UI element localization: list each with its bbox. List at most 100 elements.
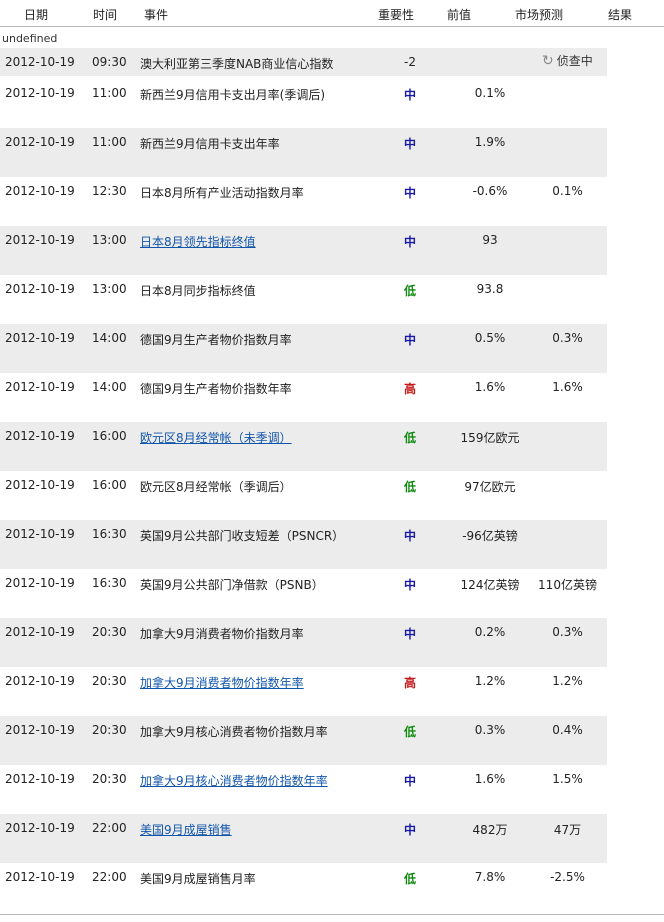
- row-forecast: 1.2%: [552, 674, 583, 688]
- table-row: 2012-10-19 20:30 加拿大9月消费者物价指数年率 高 1.2% 1.2%: [0, 667, 607, 716]
- importance-badge: 高: [403, 676, 416, 690]
- table-row: 2012-10-19 13:00 日本8月领先指标终值 中 93: [0, 226, 607, 275]
- row-date: 2012-10-19: [5, 576, 75, 590]
- row-previous: 0.5%: [474, 331, 506, 345]
- row-event: 美国9月成屋销售月率: [140, 872, 256, 886]
- row-previous: 1.6%: [474, 772, 506, 786]
- event-link[interactable]: 美国9月成屋销售: [140, 823, 232, 837]
- row-event: 新西兰9月信用卡支出年率: [140, 137, 280, 151]
- row-time: 11:00: [92, 135, 127, 149]
- header-forecast: 市场预测: [515, 8, 564, 22]
- importance-badge: 中: [403, 333, 416, 347]
- row-event[interactable]: 加拿大9月消费者物价指数年率: [140, 674, 304, 691]
- event-link[interactable]: 欧元区8月经常帐（未季调）: [140, 431, 292, 445]
- row-time: 20:30: [92, 723, 127, 737]
- row-previous: 159亿欧元: [460, 431, 520, 445]
- row-date: 2012-10-19: [5, 233, 75, 247]
- table-row: 2012-10-19 09:30 澳大利亚第三季度NAB商业信心指数 -2: [0, 48, 607, 76]
- row-date: 2012-10-19: [5, 625, 75, 639]
- row-date: 2012-10-19: [5, 674, 75, 688]
- row-previous: 0.1%: [474, 86, 506, 100]
- row-event: 英国9月公共部门净借款（PSNB）: [140, 578, 324, 592]
- importance-badge: 低: [403, 284, 416, 298]
- row-event[interactable]: 美国9月成屋销售: [140, 821, 232, 838]
- table-row: 2012-10-19 20:30 加拿大9月核心消费者物价指数月率 低 0.3% 0.4%: [0, 716, 607, 765]
- row-event: 加拿大9月核心消费者物价指数月率: [140, 725, 328, 739]
- row-date: 2012-10-19: [5, 331, 75, 345]
- status-text: 侦查中: [556, 54, 593, 68]
- row-previous: 7.8%: [474, 870, 506, 884]
- importance-badge: 中: [403, 186, 416, 200]
- row-event: 欧元区8月经常帐（季调后）: [140, 480, 292, 494]
- row-time: 20:30: [92, 772, 127, 786]
- header-date: 日期: [24, 8, 49, 22]
- row-event: 德国9月生产者物价指数月率: [140, 333, 292, 347]
- row-forecast: 0.3%: [552, 625, 583, 639]
- table-row: 2012-10-19 12:30 日本8月所有产业活动指数月率 中 -0.6% 0.1%: [0, 177, 607, 226]
- importance-badge: 中: [403, 774, 416, 788]
- row-previous: 97亿欧元: [464, 480, 516, 494]
- row-forecast: 0.1%: [552, 184, 583, 198]
- row-previous: 93.8: [476, 282, 504, 296]
- row-time: 20:30: [92, 674, 127, 688]
- row-time: 14:00: [92, 380, 127, 394]
- importance-badge: 中: [403, 578, 416, 592]
- row-date: 2012-10-19: [5, 135, 75, 149]
- table-row: 2012-10-19 14:00 德国9月生产者物价指数月率 中 0.5% 0.3%: [0, 324, 607, 373]
- row-event[interactable]: 日本8月领先指标终值: [140, 233, 256, 250]
- row-time: 13:00: [92, 282, 127, 296]
- importance-badge: 低: [403, 431, 416, 445]
- row-time: 20:30: [92, 625, 127, 639]
- row-previous: -0.6%: [472, 184, 508, 198]
- importance-badge: 中: [403, 823, 416, 837]
- table-row: 2012-10-19 16:00 欧元区8月经常帐（季调后） 低 97亿欧元: [0, 471, 607, 520]
- importance-badge: 中: [403, 137, 416, 151]
- row-forecast: 1.6%: [552, 380, 583, 394]
- row-forecast: 1.5%: [552, 772, 583, 786]
- table-row: 2012-10-19 16:30 英国9月公共部门收支短差（PSNCR） 中 -96亿英…: [0, 520, 607, 569]
- row-date: 2012-10-19: [5, 821, 75, 835]
- row-event: 加拿大9月消费者物价指数月率: [140, 627, 304, 641]
- row-time: 14:00: [92, 331, 127, 345]
- row-event[interactable]: 加拿大9月核心消费者物价指数年率: [140, 772, 328, 789]
- table-row: 2012-10-19 16:00 欧元区8月经常帐（未季调） 低 159亿欧元: [0, 422, 607, 471]
- importance-badge: 中: [403, 235, 416, 249]
- row-previous: 0.3%: [474, 723, 506, 737]
- importance-badge: -2: [404, 55, 416, 69]
- importance-badge: 中: [403, 529, 416, 543]
- row-time: 16:00: [92, 478, 127, 492]
- event-link[interactable]: 加拿大9月核心消费者物价指数年率: [140, 774, 328, 788]
- row-date: 2012-10-19: [5, 55, 75, 69]
- row-previous: 1.9%: [474, 135, 506, 149]
- row-event: 日本8月所有产业活动指数月率: [140, 186, 304, 200]
- result-status: ↻ 侦查中: [542, 52, 593, 69]
- table-row: 2012-10-19 14:00 德国9月生产者物价指数年率 高 1.6% 1.6%: [0, 373, 607, 422]
- row-event[interactable]: 欧元区8月经常帐（未季调）: [140, 429, 292, 446]
- row-previous: 1.6%: [474, 380, 506, 394]
- row-previous: 0.2%: [474, 625, 506, 639]
- header-time: 时间: [93, 8, 118, 22]
- table-row: 2012-10-19 13:00 日本8月同步指标终值 低 93.8: [0, 275, 607, 324]
- row-time: 16:00: [92, 429, 127, 443]
- row-previous: 93: [482, 233, 498, 247]
- row-date: 2012-10-19: [5, 772, 75, 786]
- row-date: 2012-10-19: [5, 723, 75, 737]
- row-previous: 482万: [472, 823, 508, 837]
- row-time: 22:00: [92, 870, 127, 884]
- event-link[interactable]: 日本8月领先指标终值: [140, 235, 256, 249]
- table-row: 2012-10-19 11:00 新西兰9月信用卡支出年率 中 1.9%: [0, 128, 607, 177]
- row-previous: 1.2%: [474, 674, 506, 688]
- event-link[interactable]: 加拿大9月消费者物价指数年率: [140, 676, 304, 690]
- header-result: 结果: [608, 8, 633, 22]
- row-date: 2012-10-19: [5, 527, 75, 541]
- row-time: 11:00: [92, 86, 127, 100]
- row-event: 日本8月同步指标终值: [140, 284, 256, 298]
- row-previous: 124亿英镑: [460, 578, 520, 592]
- importance-badge: 低: [403, 725, 416, 739]
- row-event: 新西兰9月信用卡支出月率(季调后): [140, 88, 325, 102]
- row-time: 16:30: [92, 576, 127, 590]
- row-date: 2012-10-19: [5, 429, 75, 443]
- row-date: 2012-10-19: [5, 478, 75, 492]
- table-row: 2012-10-19 11:00 新西兰9月信用卡支出月率(季调后) 中 0.1%: [0, 79, 607, 128]
- table-row: 2012-10-19 22:00 美国9月成屋销售 中 482万 47万: [0, 814, 607, 863]
